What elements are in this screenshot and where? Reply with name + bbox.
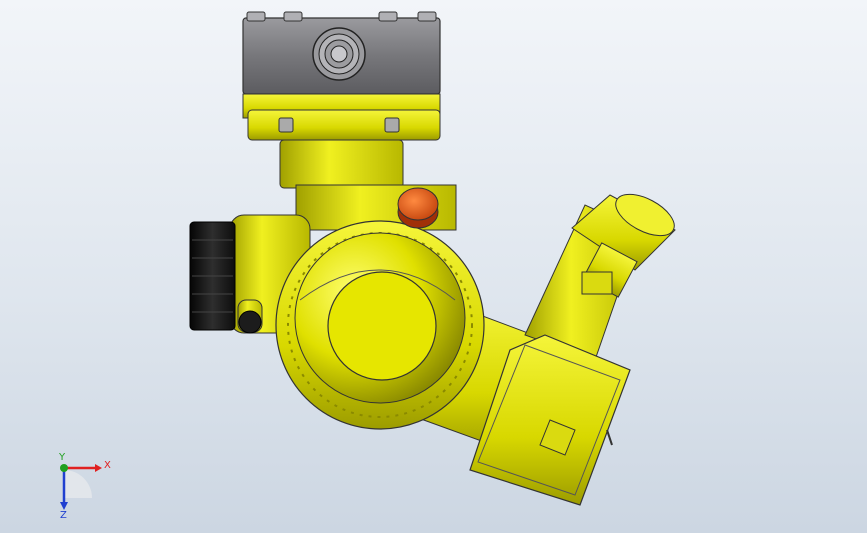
gauge-port[interactable]: [312, 27, 366, 81]
axis-triad: X Z Y: [58, 452, 111, 520]
pump-head[interactable]: [275, 220, 485, 430]
z-axis-label: Z: [60, 510, 67, 520]
3d-model-view[interactable]: [0, 0, 867, 533]
yellow-flange: [242, 93, 441, 141]
x-axis-label: X: [104, 460, 111, 471]
right-pipe[interactable]: [524, 186, 681, 361]
y-axis-label: Y: [58, 452, 66, 463]
top-housing[interactable]: [242, 11, 441, 95]
triad-quadrant: [64, 470, 92, 498]
cad-viewport[interactable]: X Z Y: [0, 0, 867, 533]
z-axis-arrow: [60, 502, 68, 510]
x-axis-arrow: [95, 464, 102, 472]
y-axis-dot: [60, 464, 68, 472]
orange-cap[interactable]: [397, 187, 439, 229]
